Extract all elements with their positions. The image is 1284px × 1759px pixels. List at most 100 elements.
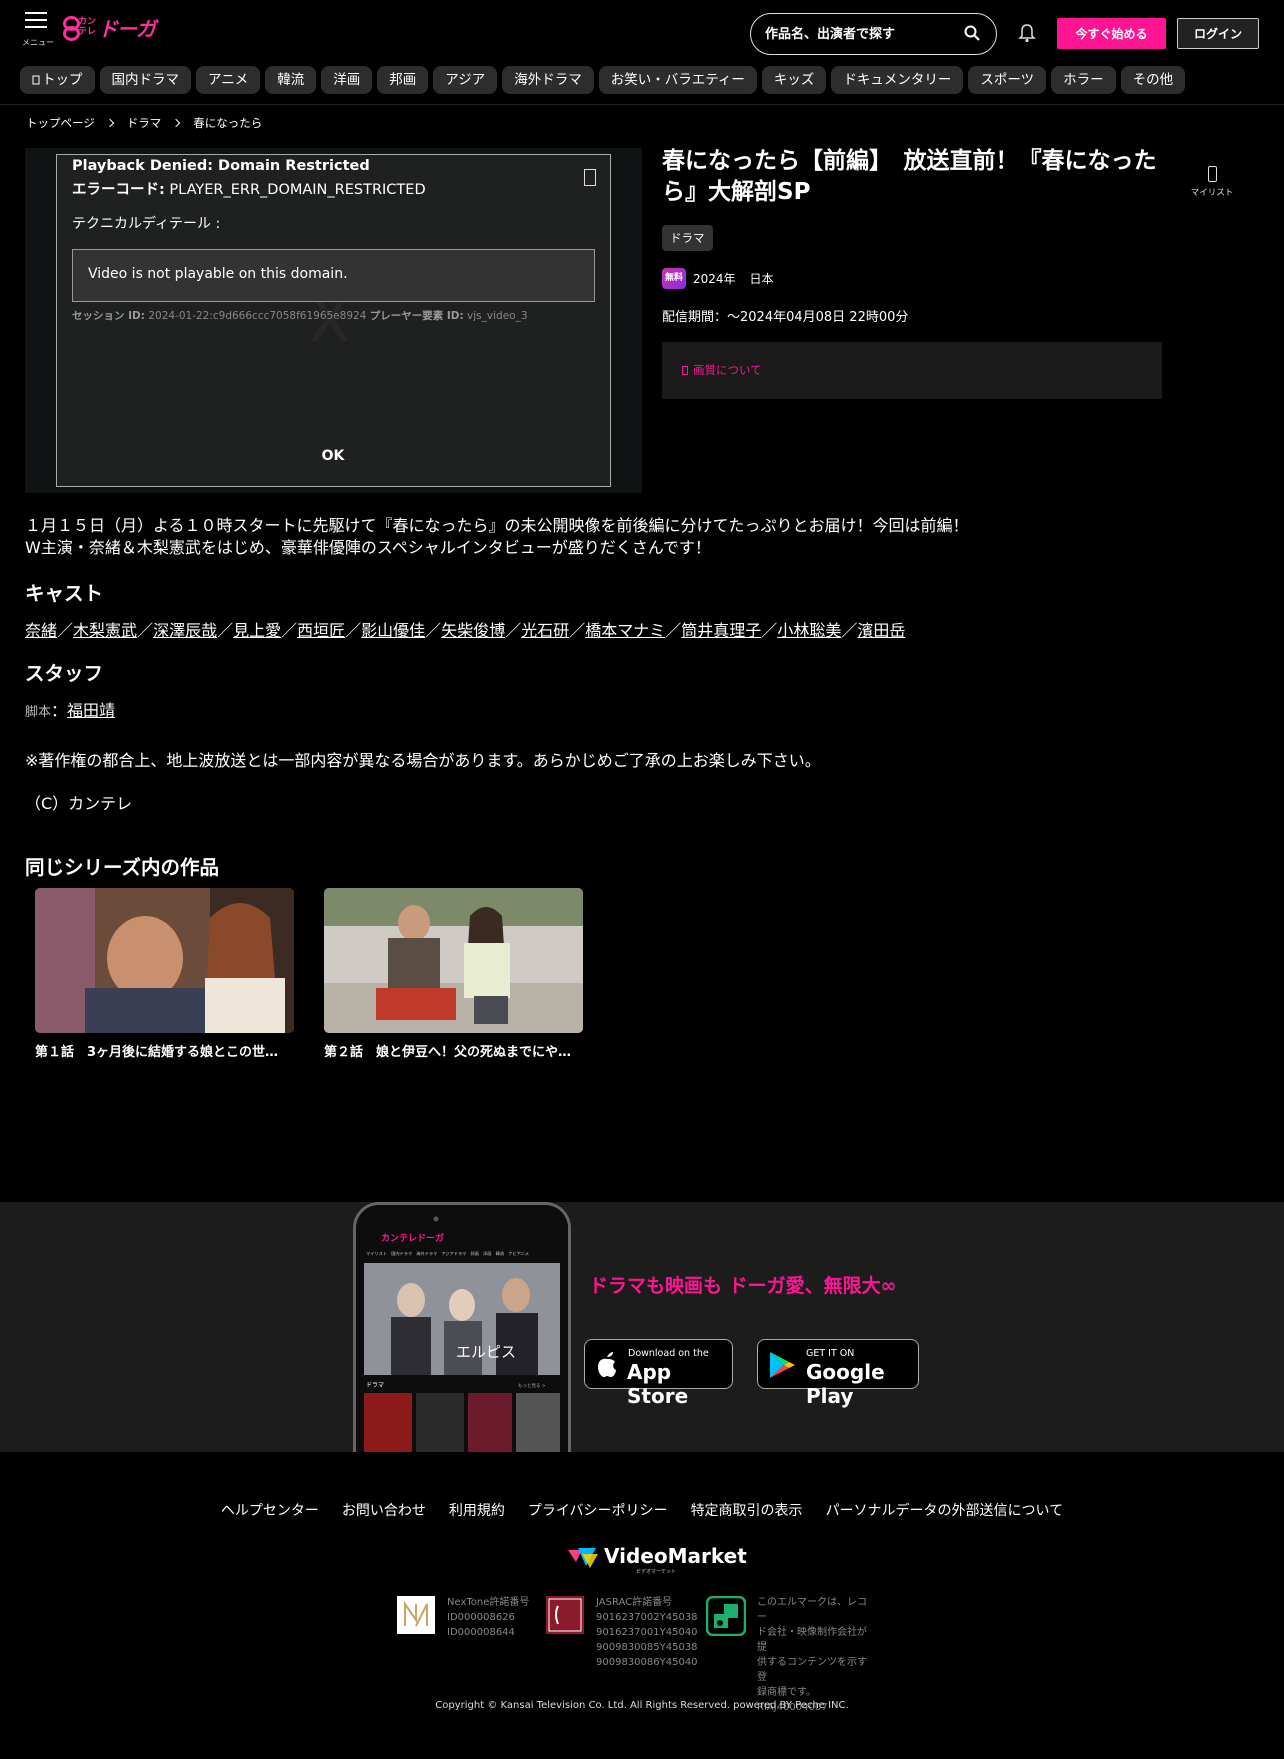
google-play-button[interactable]: GET IT ON Google Play	[757, 1339, 919, 1408]
free-badge-icon: 無料	[662, 268, 686, 289]
cast-member-link[interactable]: 筒井真理子	[681, 621, 761, 640]
cast-member-link[interactable]: 深澤辰哉	[153, 621, 217, 640]
logo-text: ドーガ	[98, 16, 156, 41]
phone-section: ドラマ	[366, 1382, 384, 1389]
notification-bell-icon[interactable]	[1018, 23, 1036, 43]
cast-member-link[interactable]: 奈緒	[25, 621, 57, 640]
license-line: 9016237002Y45038	[596, 1612, 698, 1623]
footer-link-contact[interactable]: お問い合わせ	[342, 1500, 426, 1520]
cast-member-link[interactable]: 影山優佳	[361, 621, 425, 640]
category-anime[interactable]: アニメ	[196, 66, 261, 94]
search-icon[interactable]	[964, 25, 980, 41]
category-domestic-drama[interactable]: 国内ドラマ	[99, 66, 191, 94]
mylist-button[interactable]: マイリスト	[1184, 166, 1240, 198]
site-logo[interactable]: カンテレ ドーガ	[62, 14, 156, 41]
menu-button[interactable]: メニュー	[22, 12, 54, 47]
videomarket-logo[interactable]: VideoMarket ビデオマーケット	[566, 1544, 747, 1575]
element-label: プレーヤー要素 ID:	[369, 310, 464, 322]
videomarket-sub: ビデオマーケット	[636, 1569, 677, 1575]
category-nav: トップ 国内ドラマ アニメ 韓流 洋画 邦画 アジア 海外ドラマ お笑い・バラエ…	[20, 66, 1186, 94]
breadcrumb-top[interactable]: トップページ	[26, 115, 95, 131]
footer-link-privacy[interactable]: プライバシーポリシー	[528, 1500, 668, 1520]
category-other[interactable]: その他	[1120, 66, 1186, 94]
logo-mark-icon	[62, 16, 80, 41]
license-line: 9009830086Y45040	[596, 1657, 698, 1668]
session-label: セッション ID:	[72, 310, 145, 322]
start-now-button[interactable]: 今すぐ始める	[1057, 18, 1166, 49]
logo-small-text: カンテレ	[78, 17, 97, 37]
category-korean[interactable]: 韓流	[265, 66, 317, 94]
cast-separator: ／	[569, 621, 586, 640]
license-line: NexTone許諾番号	[447, 1597, 530, 1608]
series-heading: 同じシリーズ内の作品	[25, 856, 220, 879]
cast-member-link[interactable]: 西垣匠	[297, 621, 345, 640]
ok-button[interactable]: OK	[303, 442, 363, 470]
videomarket-mark-icon	[568, 1548, 598, 1568]
phone-logo: カンテレドーガ	[381, 1232, 444, 1244]
program-country: 日本	[749, 272, 774, 286]
login-button[interactable]: ログイン	[1177, 18, 1259, 49]
footer-link-personal-data[interactable]: パーソナルデータの外部送信について	[826, 1500, 1064, 1520]
mylist-label: マイリスト	[1190, 188, 1234, 198]
google-play-icon	[770, 1352, 795, 1378]
cast-separator: ／	[57, 621, 74, 640]
program-title: 春になったら【前編】 放送直前！『春になったら』大解剖SP	[662, 148, 1157, 205]
app-store-button[interactable]: Download on the App Store	[584, 1339, 733, 1408]
quality-link-label: 画質について	[693, 363, 762, 377]
staff-role: 脚本	[25, 705, 52, 720]
copyright-notice: ※著作権の都合上、地上波放送とは一部内容が異なる場合があります。あらかじめご了承…	[25, 751, 821, 770]
category-documentary[interactable]: ドキュメンタリー	[831, 66, 964, 94]
staff-entry: 脚本：福田靖	[25, 697, 115, 721]
error-message: Video is not playable on this domain.	[88, 266, 348, 282]
cast-member-link[interactable]: 橋本マナミ	[585, 621, 665, 640]
site-header: メニュー カンテレ ドーガ 今すぐ始める ログイン トップ 国内ドラマ アニメ …	[0, 0, 1284, 105]
kantele-copyright: （C）カンテレ	[25, 794, 133, 813]
footer-link-help[interactable]: ヘルプセンター	[221, 1500, 319, 1520]
error-title: Playback Denied: Domain Restricted	[72, 158, 370, 174]
bookmark-icon	[1207, 166, 1217, 182]
category-western-movie[interactable]: 洋画	[321, 66, 373, 94]
jasrac-license: JASRAC許諾番号 9016237002Y45038 9016237001Y4…	[596, 1595, 698, 1670]
cast-member-link[interactable]: 見上愛	[233, 621, 281, 640]
cast-member-link[interactable]: 木梨憲武	[73, 621, 137, 640]
category-horror[interactable]: ホラー	[1051, 66, 1116, 94]
staff-name-link[interactable]: 福田靖	[67, 701, 115, 720]
footer-copyright: Copyright © Kansai Television Co. Ltd. A…	[435, 1700, 849, 1711]
google-play-label: Google Play	[806, 1360, 885, 1408]
quality-link[interactable]: 画質について	[682, 362, 762, 378]
episode-card[interactable]: 第２話 娘と伊豆へ！父の死ぬまでにや…	[324, 888, 583, 1060]
cast-member-link[interactable]: 光石研	[521, 621, 569, 640]
episode-caption: 第１話 3ヶ月後に結婚する娘とこの世…	[35, 1045, 279, 1060]
chevron-right-icon	[105, 118, 115, 128]
videomarket-name: VideoMarket	[604, 1544, 747, 1568]
footer-link-commerce[interactable]: 特定商取引の表示	[691, 1500, 803, 1520]
license-line: 供するコンテンツを示す登	[757, 1657, 867, 1683]
license-line: 録商標です。	[757, 1687, 816, 1698]
footer-link-terms[interactable]: 利用規約	[449, 1500, 505, 1520]
app-store-small: Download on the	[628, 1348, 709, 1359]
category-overseas-drama[interactable]: 海外ドラマ	[502, 66, 594, 94]
cast-member-link[interactable]: 小林聡美	[777, 621, 841, 640]
category-top[interactable]: トップ	[20, 66, 95, 94]
genre-tag[interactable]: ドラマ	[662, 225, 713, 251]
episode-caption: 第２話 娘と伊豆へ！父の死ぬまでにや…	[324, 1045, 572, 1060]
category-asia[interactable]: アジア	[433, 66, 498, 94]
phone-mockup: カンテレドーガ マイリスト 国内ドラマ 海外ドラマ アジアドラマ 邦画 洋画 韓…	[353, 1202, 571, 1452]
category-sports[interactable]: スポーツ	[968, 66, 1047, 94]
cast-member-link[interactable]: 濱田岳	[857, 621, 905, 640]
session-id: 2024-01-22:c9d666ccc7058f61965e8924	[148, 310, 367, 322]
category-japanese-movie[interactable]: 邦画	[377, 66, 429, 94]
search-input[interactable]	[765, 22, 955, 46]
technical-detail-label: テクニカルディテール :	[72, 216, 221, 232]
category-kids[interactable]: キッズ	[761, 66, 827, 94]
category-variety[interactable]: お笑い・バラエティー	[598, 66, 757, 94]
close-icon[interactable]	[584, 169, 596, 186]
phone-tabs: マイリスト 国内ドラマ 海外ドラマ アジアドラマ 邦画 洋画 韓流 ナビアニメ	[366, 1250, 529, 1257]
program-meta: 無料 2024年 日本	[662, 268, 774, 289]
l-mark-license: このエルマークは、レコー ド会社・映像制作会社が提 供するコンテンツを示す登 録…	[757, 1595, 867, 1715]
breadcrumb-drama[interactable]: ドラマ	[127, 115, 162, 131]
episode-card[interactable]: 第１話 3ヶ月後に結婚する娘とこの世…	[35, 888, 294, 1060]
cast-member-link[interactable]: 矢柴俊博	[441, 621, 505, 640]
promo-tagline: ドラマも映画も ドーガ愛、無限大∞	[589, 1275, 897, 1297]
license-line: ID000008644	[447, 1627, 515, 1638]
